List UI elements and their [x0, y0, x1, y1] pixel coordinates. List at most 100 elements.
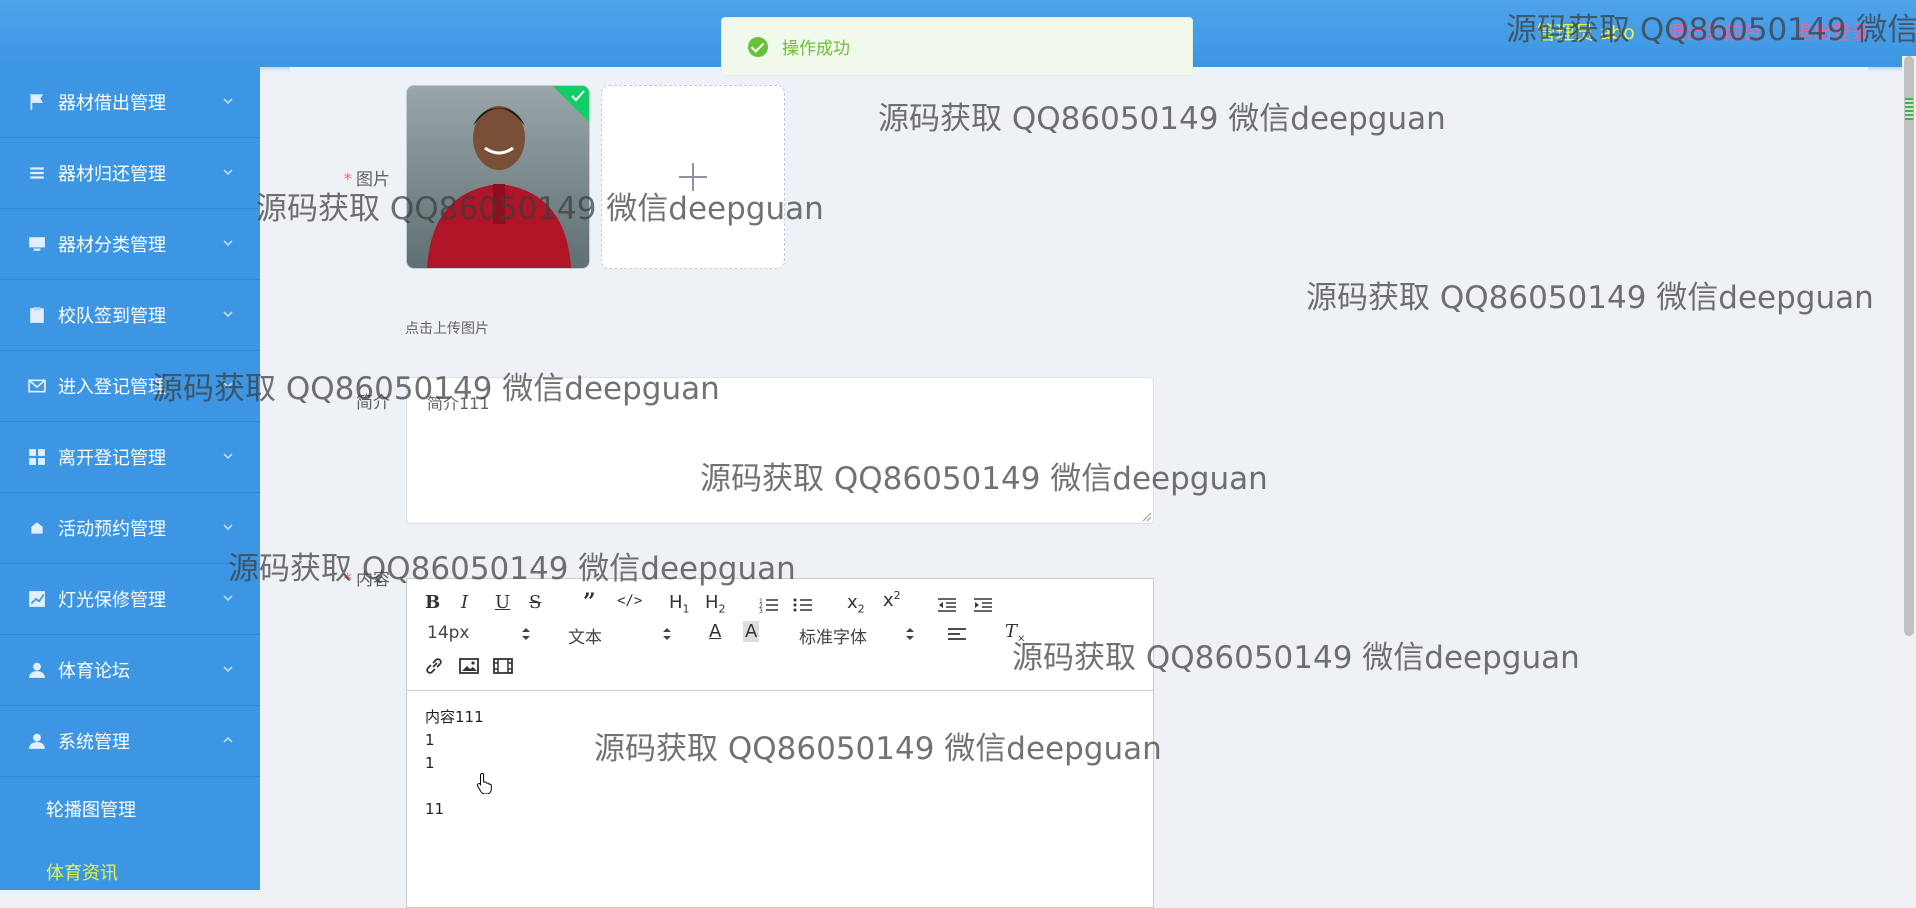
success-check-icon [748, 36, 768, 57]
underline-icon[interactable]: U [495, 592, 510, 613]
page-scrollbar[interactable] [1902, 56, 1916, 890]
header-links: 管理员 abo 退出到前台 退出登录 [1511, 18, 1871, 45]
sidebar-item-equipment-lend[interactable]: 器材借出管理 [0, 67, 260, 138]
ordered-list-icon[interactable]: 123 [759, 597, 779, 613]
sidebar-item-label: 器材归还管理 [58, 164, 166, 185]
chevron-down-icon [223, 453, 233, 460]
sidebar-item-label: 器材分类管理 [58, 235, 166, 256]
sidebar-item-activity-booking[interactable]: 活动预约管理 [0, 493, 260, 564]
chevron-down-icon [223, 524, 233, 531]
quote-icon[interactable]: ” [583, 589, 596, 615]
sidebar-item-equipment-return[interactable]: 器材归还管理 [0, 138, 260, 209]
back-to-front-link[interactable]: 退出到前台 [1667, 22, 1762, 44]
superscript-icon[interactable]: x2 [883, 589, 901, 611]
font-family-select[interactable]: 标准字体 [799, 623, 867, 648]
video-icon[interactable] [493, 657, 513, 675]
select-arrows-icon [906, 628, 914, 640]
flag-icon [30, 94, 44, 110]
sidebar-item-label: 系统管理 [58, 732, 130, 753]
editor-line: 11 [425, 800, 445, 818]
logout-link[interactable]: 退出登录 [1794, 22, 1870, 44]
sidebar-item-label: 校队签到管理 [58, 306, 166, 327]
align-icon[interactable] [947, 627, 967, 643]
image-icon[interactable] [459, 657, 479, 675]
user-icon [29, 662, 45, 678]
chevron-down-icon [223, 666, 233, 673]
uploaded-image-thumbnail[interactable] [406, 85, 590, 269]
italic-icon[interactable]: I [461, 592, 468, 613]
chevron-down-icon [223, 382, 233, 389]
image-label: * 图片 [343, 170, 391, 190]
background-color-icon[interactable]: A [743, 621, 760, 642]
sidebar-item-label: 活动预约管理 [58, 519, 166, 540]
hand-cursor-icon [476, 772, 492, 794]
strike-icon[interactable]: S [529, 592, 541, 613]
select-arrows-icon [522, 628, 530, 640]
upload-tip: 点击上传图片 [405, 321, 489, 337]
clear-format-icon[interactable]: T× [1005, 621, 1025, 645]
user-icon [29, 733, 45, 749]
list-icon [30, 167, 44, 179]
chevron-down-icon [223, 240, 233, 247]
calendar-icon [29, 522, 45, 535]
editor-toolbar: B I U S ” </> H1 H2 123 x2 x2 14px 文本 A … [407, 579, 1153, 691]
outdent-icon[interactable] [937, 597, 957, 613]
toast-message: 操作成功 [782, 39, 850, 59]
check-icon [571, 90, 585, 102]
sidebar-subitem-sports-news[interactable]: 体育资讯 [0, 840, 260, 890]
header1-icon[interactable]: H1 [669, 592, 690, 616]
editor-line: 1 [425, 731, 435, 749]
sidebar-item-label: 灯光保修管理 [58, 590, 166, 611]
rich-text-editor: B I U S ” </> H1 H2 123 x2 x2 14px 文本 A … [406, 578, 1154, 908]
chevron-down-icon [223, 595, 233, 602]
sidebar-item-light-repair[interactable]: 灯光保修管理 [0, 564, 260, 635]
intro-label: 简介 [356, 393, 390, 413]
clipboard-icon [30, 307, 44, 323]
chevron-down-icon [223, 98, 233, 105]
editor-line: 内容111 [425, 708, 484, 726]
chart-icon [29, 591, 45, 607]
intro-textarea[interactable]: 简介111 [406, 377, 1154, 524]
sidebar-item-entry-registration[interactable]: 进入登记管理 [0, 351, 260, 422]
grid-icon [29, 449, 45, 465]
required-mark: * [343, 570, 353, 590]
chevron-up-icon [223, 736, 233, 743]
resize-handle-icon[interactable] [1140, 510, 1152, 522]
font-color-icon[interactable]: A [709, 621, 721, 642]
sidebar-item-label: 离开登记管理 [58, 448, 166, 469]
content-label: * 内容 [343, 570, 391, 590]
font-size-select[interactable]: 14px [427, 623, 469, 643]
svg-text:3: 3 [759, 608, 763, 613]
bold-icon[interactable]: B [425, 592, 440, 613]
upload-image-button[interactable] [601, 85, 785, 269]
scroll-indicator [1905, 98, 1913, 120]
subscript-icon[interactable]: x2 [847, 592, 865, 616]
editor-content[interactable]: 内容111 1 1 11 [407, 691, 1153, 836]
sidebar-subitem-carousel[interactable]: 轮播图管理 [0, 777, 260, 840]
sidebar: 器材借出管理 器材归还管理 器材分类管理 校队签到管理 进入登记管理 离开登记管… [0, 67, 260, 890]
chevron-down-icon [223, 311, 233, 318]
bullet-list-icon[interactable] [793, 597, 813, 613]
sidebar-item-sports-forum[interactable]: 体育论坛 [0, 635, 260, 706]
editor-line: 1 [425, 754, 435, 772]
sidebar-item-label: 器材借出管理 [58, 93, 166, 114]
required-mark: * [343, 170, 353, 190]
sidebar-item-system-management[interactable]: 系统管理 [0, 706, 260, 777]
sidebar-item-exit-registration[interactable]: 离开登记管理 [0, 422, 260, 493]
code-icon[interactable]: </> [617, 593, 642, 609]
mail-icon [28, 379, 46, 393]
current-user: 管理员 abo [1536, 22, 1635, 44]
select-arrows-icon [663, 628, 671, 640]
scrollbar-thumb[interactable] [1904, 56, 1914, 636]
link-icon[interactable] [425, 657, 445, 675]
indent-icon[interactable] [973, 597, 993, 613]
paragraph-select[interactable]: 文本 [568, 623, 602, 648]
plus-icon [679, 163, 707, 191]
header2-icon[interactable]: H2 [705, 592, 726, 616]
chevron-down-icon [223, 169, 233, 176]
sidebar-item-label: 进入登记管理 [58, 377, 166, 398]
monitor-icon [29, 237, 45, 251]
sidebar-item-team-checkin[interactable]: 校队签到管理 [0, 280, 260, 351]
sidebar-item-equipment-category[interactable]: 器材分类管理 [0, 209, 260, 280]
